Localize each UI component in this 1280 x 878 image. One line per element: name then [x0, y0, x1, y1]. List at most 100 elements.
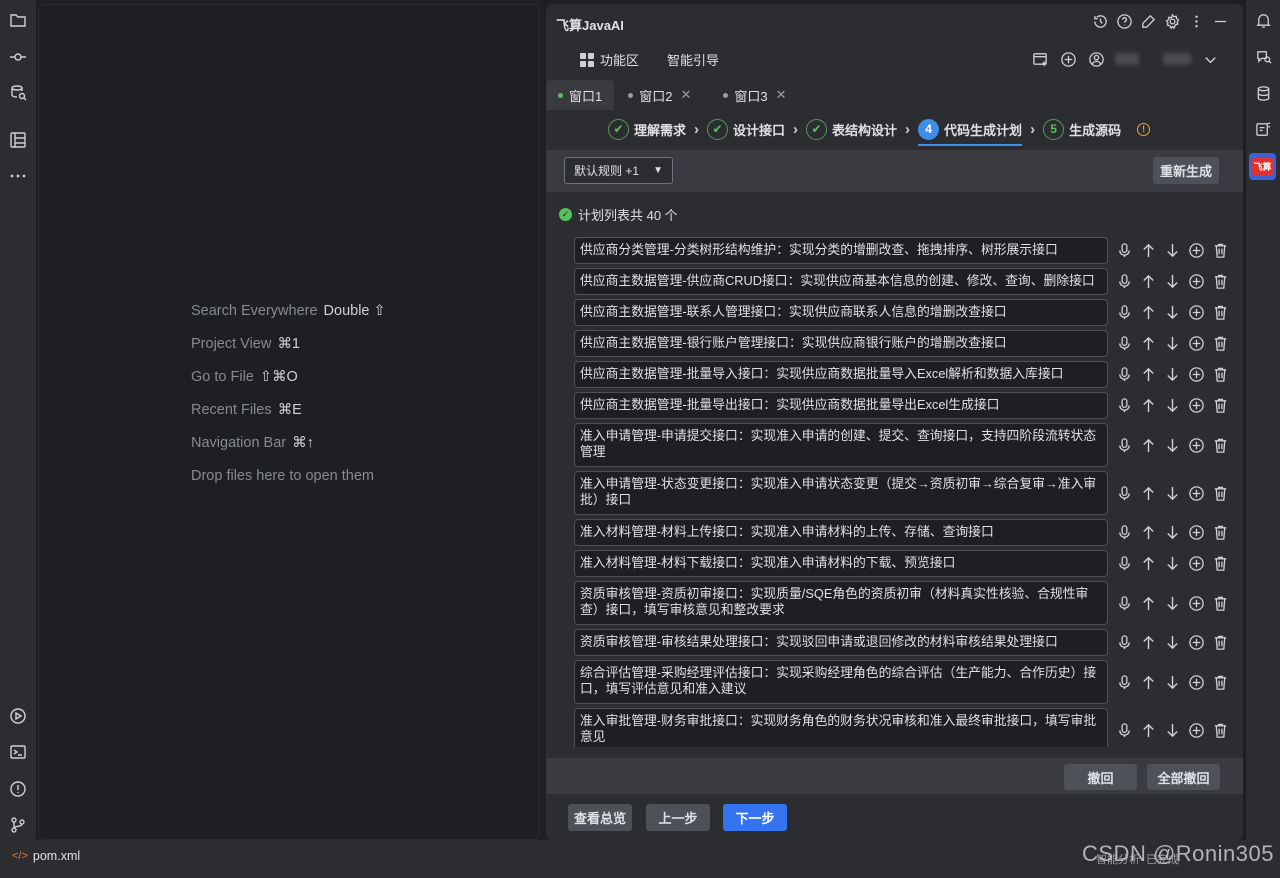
run-icon[interactable]	[8, 706, 28, 726]
mic-icon[interactable]	[1114, 523, 1134, 543]
trash-icon[interactable]	[1210, 633, 1230, 653]
options-vertical-icon[interactable]	[1187, 12, 1205, 30]
terminal-icon[interactable]	[8, 742, 28, 762]
trash-icon[interactable]	[1210, 672, 1230, 692]
trash-icon[interactable]	[1210, 396, 1230, 416]
plan-text-field[interactable]: 资质审核管理-审核结果处理接口：实现驳回申请或退回修改的材料审核结果处理接口	[574, 629, 1108, 656]
add-circle-icon[interactable]	[1186, 523, 1206, 543]
add-circle-icon[interactable]	[1186, 396, 1206, 416]
regenerate-button[interactable]: 重新生成	[1152, 157, 1219, 184]
plan-text-field[interactable]: 资质审核管理-资质初审接口：实现质量/SQE角色的资质初审（材料真实性核验、合规…	[574, 581, 1108, 625]
function-area-button[interactable]: 功能区	[580, 50, 639, 69]
mic-icon[interactable]	[1114, 241, 1134, 261]
arrow-up-icon[interactable]	[1138, 672, 1158, 692]
mic-icon[interactable]	[1114, 672, 1134, 692]
plan-text-field[interactable]: 供应商分类管理-分类树形结构维护：实现分类的增删改查、拖拽排序、树形展示接口	[574, 237, 1108, 264]
problems-icon[interactable]	[8, 779, 28, 799]
plan-text-field[interactable]: 综合评估管理-采购经理评估接口：实现采购经理角色的综合评估（生产能力、合作历史）…	[574, 660, 1108, 704]
trash-icon[interactable]	[1210, 365, 1230, 385]
folder-icon[interactable]	[8, 10, 28, 30]
view-overview-button[interactable]: 查看总览	[568, 804, 632, 831]
arrow-down-icon[interactable]	[1162, 365, 1182, 385]
arrow-down-icon[interactable]	[1162, 672, 1182, 692]
plan-text-field[interactable]: 准入申请管理-申请提交接口：实现准入申请的创建、提交、查询接口，支持四阶段流转状…	[574, 423, 1108, 467]
arrow-up-icon[interactable]	[1138, 554, 1158, 574]
history-icon[interactable]	[1091, 12, 1109, 30]
arrow-up-icon[interactable]	[1138, 241, 1158, 261]
tab-window-2[interactable]: 窗口2 ✕	[616, 80, 703, 110]
more-icon[interactable]	[8, 166, 28, 186]
trash-icon[interactable]	[1210, 554, 1230, 574]
plan-text-field[interactable]: 供应商主数据管理-联系人管理接口：实现供应商联系人信息的增删改查接口	[574, 299, 1108, 326]
help-icon[interactable]	[1115, 12, 1133, 30]
arrow-down-icon[interactable]	[1162, 633, 1182, 653]
arrow-up-icon[interactable]	[1138, 396, 1158, 416]
structure-icon[interactable]	[8, 130, 28, 150]
notification-bell-icon[interactable]	[1254, 11, 1272, 29]
mic-icon[interactable]	[1114, 435, 1134, 455]
tab-window-3[interactable]: 窗口3 ✕	[711, 80, 798, 110]
warning-icon[interactable]: !	[1137, 122, 1151, 136]
step-table-design[interactable]: ✔ 表结构设计	[806, 114, 897, 144]
add-circle-icon[interactable]	[1186, 633, 1206, 653]
plan-text-field[interactable]: 供应商主数据管理-批量导出接口：实现供应商数据批量导出Excel生成接口	[574, 392, 1108, 419]
add-circle-icon[interactable]	[1186, 303, 1206, 323]
plan-text-field[interactable]: 供应商主数据管理-银行账户管理接口：实现供应商银行账户的增删改查接口	[574, 330, 1108, 357]
minimize-icon[interactable]	[1211, 12, 1229, 30]
plan-text-field[interactable]: 供应商主数据管理-供应商CRUD接口：实现供应商基本信息的创建、修改、查询、删除…	[574, 268, 1108, 295]
plan-text-field[interactable]: 供应商主数据管理-批量导入接口：实现供应商数据批量导入Excel解析和数据入库接…	[574, 361, 1108, 388]
database-search-icon[interactable]	[8, 83, 28, 103]
mic-icon[interactable]	[1114, 303, 1134, 323]
arrow-down-icon[interactable]	[1162, 720, 1182, 740]
trash-icon[interactable]	[1210, 303, 1230, 323]
user-avatar-icon[interactable]	[1087, 50, 1105, 68]
plan-list[interactable]: 供应商分类管理-分类树形结构维护：实现分类的增删改查、拖拽排序、树形展示接口 供应…	[574, 233, 1230, 747]
arrow-down-icon[interactable]	[1162, 523, 1182, 543]
undo-all-button[interactable]: 全部撤回	[1147, 764, 1220, 790]
arrow-down-icon[interactable]	[1162, 593, 1182, 613]
arrow-up-icon[interactable]	[1138, 365, 1158, 385]
arrow-up-icon[interactable]	[1138, 633, 1158, 653]
step-generate-source[interactable]: 5 生成源码	[1043, 114, 1121, 144]
mic-icon[interactable]	[1114, 334, 1134, 354]
add-circle-icon[interactable]	[1186, 672, 1206, 692]
rule-select[interactable]: 默认规则 +1 ▼	[564, 157, 673, 184]
feisuan-plugin-badge[interactable]: 飞算	[1249, 153, 1276, 180]
arrow-down-icon[interactable]	[1162, 241, 1182, 261]
undo-button[interactable]: 撤回	[1064, 764, 1137, 790]
arrow-down-icon[interactable]	[1162, 334, 1182, 354]
arrow-down-icon[interactable]	[1162, 554, 1182, 574]
add-circle-icon[interactable]	[1059, 50, 1077, 68]
trash-icon[interactable]	[1210, 483, 1230, 503]
add-circle-icon[interactable]	[1186, 365, 1206, 385]
add-circle-icon[interactable]	[1186, 554, 1206, 574]
plan-text-field[interactable]: 准入审批管理-财务审批接口：实现财务角色的财务状况审核和准入最终审批接口，填写审…	[574, 708, 1108, 747]
mic-icon[interactable]	[1114, 633, 1134, 653]
trash-icon[interactable]	[1210, 241, 1230, 261]
settings-gear-icon[interactable]	[1163, 12, 1181, 30]
arrow-down-icon[interactable]	[1162, 483, 1182, 503]
arrow-up-icon[interactable]	[1138, 483, 1158, 503]
database-icon[interactable]	[1254, 84, 1272, 102]
plan-text-field[interactable]: 准入材料管理-材料上传接口：实现准入申请材料的上传、存储、查询接口	[574, 519, 1108, 546]
status-file[interactable]: </> pom.xml	[12, 849, 80, 863]
close-icon[interactable]: ✕	[776, 87, 787, 103]
next-step-button[interactable]: 下一步	[723, 804, 787, 831]
arrow-down-icon[interactable]	[1162, 303, 1182, 323]
arrow-up-icon[interactable]	[1138, 720, 1158, 740]
ai-chat-icon[interactable]	[1254, 47, 1272, 65]
add-circle-icon[interactable]	[1186, 720, 1206, 740]
trash-icon[interactable]	[1210, 334, 1230, 354]
commit-icon[interactable]	[8, 47, 28, 67]
chevron-down-icon[interactable]	[1201, 50, 1219, 68]
tab-window-1[interactable]: 窗口1	[546, 80, 615, 110]
plan-text-field[interactable]: 准入申请管理-状态变更接口：实现准入申请状态变更（提交→资质初审→综合复审→准入…	[574, 471, 1108, 515]
plan-text-field[interactable]: 准入材料管理-材料下载接口：实现准入申请材料的下载、预览接口	[574, 550, 1108, 577]
trash-icon[interactable]	[1210, 435, 1230, 455]
trash-icon[interactable]	[1210, 720, 1230, 740]
trash-icon[interactable]	[1210, 593, 1230, 613]
close-icon[interactable]: ✕	[680, 87, 691, 103]
add-circle-icon[interactable]	[1186, 593, 1206, 613]
step-understand[interactable]: ✔ 理解需求	[608, 114, 686, 144]
prev-step-button[interactable]: 上一步	[646, 804, 710, 831]
